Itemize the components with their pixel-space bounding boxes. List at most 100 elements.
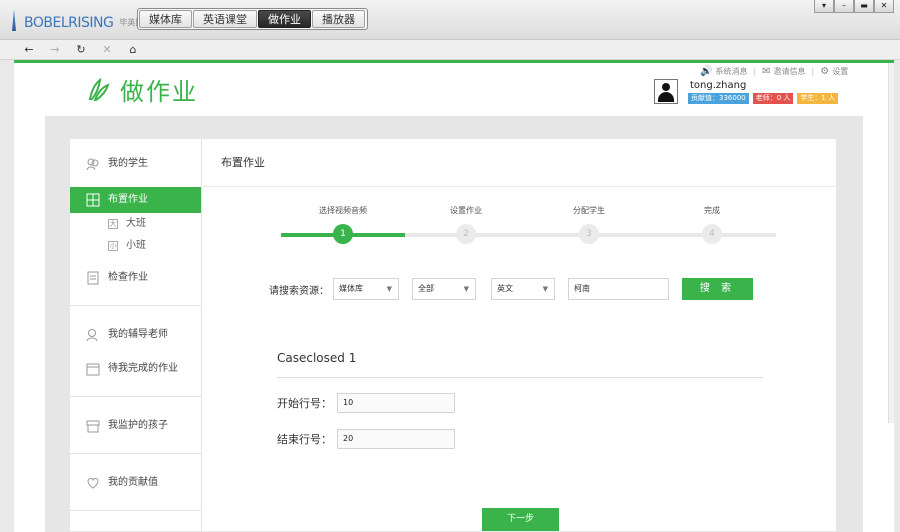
sidebar-item-check-homework[interactable]: 检查作业 — [70, 265, 201, 291]
content-card: 我的学生 布置作业 大 大班 小 小班 检查作业 我的辅导老师 待我完成的作业 … — [70, 139, 836, 531]
tab-media-library[interactable]: 媒体库 — [139, 10, 192, 28]
class-icon: 小 — [108, 241, 118, 251]
main-nav-tabs: 媒体库 英语课堂 做作业 播放器 — [137, 8, 368, 30]
calendar-icon — [86, 363, 100, 376]
step-2: 设置作业 2 — [421, 205, 511, 244]
tab-homework[interactable]: 做作业 — [258, 10, 311, 28]
language-select[interactable]: 英文 ▼ — [491, 278, 555, 300]
avatar[interactable] — [654, 79, 678, 104]
sidebar: 我的学生 布置作业 大 大班 小 小班 检查作业 我的辅导老师 待我完成的作业 … — [70, 139, 202, 531]
system-messages-link[interactable]: 系统消息 — [715, 66, 747, 77]
contribution-badge: 贡献值：336000 — [688, 93, 749, 104]
header-accent-line — [14, 60, 894, 63]
grid-icon — [86, 193, 100, 207]
stop-icon[interactable]: ✕ — [94, 43, 120, 56]
back-arrow-icon[interactable]: ← — [16, 43, 42, 56]
end-line-input[interactable]: 20 — [337, 429, 455, 449]
sidebar-subitem-small-class[interactable]: 小 小班 — [70, 235, 201, 257]
sidebar-item-label: 检查作业 — [108, 272, 148, 283]
sidebar-item-contribution[interactable]: 我的贡献值 — [70, 470, 201, 496]
maximize-icon[interactable]: ▬ — [854, 0, 874, 13]
logo-text: BOBELRISING — [24, 15, 114, 31]
vertical-scrollbar[interactable] — [888, 63, 894, 423]
page-title: 做作业 — [120, 78, 198, 106]
forward-arrow-icon[interactable]: → — [42, 43, 68, 56]
settings-link[interactable]: 设置 — [832, 66, 848, 77]
tab-player[interactable]: 播放器 — [312, 10, 365, 28]
shop-icon — [86, 420, 100, 433]
divider — [277, 377, 763, 378]
speaker-icon: 🔊 — [700, 66, 713, 77]
sidebar-group-contribution: 我的贡献值 — [70, 454, 201, 511]
library-select[interactable]: 媒体库 ▼ — [333, 278, 399, 300]
sidebar-item-label: 我监护的孩子 — [108, 420, 168, 431]
username: tong.zhang — [690, 80, 747, 91]
start-line-field: 开始行号： 10 — [277, 393, 455, 413]
sidebar-item-label: 待我完成的作业 — [108, 363, 178, 374]
invites-link[interactable]: 邀请信息 — [774, 66, 806, 77]
refresh-icon[interactable]: ↻ — [68, 43, 94, 56]
sidebar-subitem-big-class[interactable]: 大 大班 — [70, 213, 201, 235]
mail-icon: ✉ — [762, 66, 771, 77]
link-separator: | — [811, 67, 815, 76]
sidebar-item-label: 我的贡献值 — [108, 477, 158, 488]
class-icon: 大 — [108, 219, 118, 229]
next-step-button[interactable]: 下一步 — [482, 508, 559, 531]
step-number: 4 — [702, 224, 722, 244]
chevron-down-icon: ▼ — [542, 285, 548, 293]
sidebar-item-pending-homework[interactable]: 待我完成的作业 — [70, 356, 201, 382]
page-brand: 做作业 — [86, 72, 198, 107]
search-label: 请搜索资源： — [269, 285, 329, 297]
tutor-icon — [86, 329, 98, 342]
sidebar-item-my-tutors[interactable]: 我的辅导老师 — [70, 322, 201, 348]
library-select-value: 媒体库 — [339, 284, 363, 293]
resource-title: Caseclosed 1 — [277, 351, 357, 365]
step-number: 3 — [579, 224, 599, 244]
heart-icon — [87, 477, 99, 489]
step-4: 完成 4 — [667, 205, 757, 244]
header-links: 🔊 系统消息 | ✉ 邀请信息 | ⚙ 设置 — [700, 66, 848, 77]
end-line-label: 结束行号： — [277, 433, 332, 446]
start-line-input[interactable]: 10 — [337, 393, 455, 413]
step-label: 完成 — [704, 206, 720, 215]
title-bar: BOBELRISING 毕英团副 英格 媒体库 英语课堂 做作业 播放器 ▾ –… — [0, 0, 900, 40]
minimize-icon[interactable]: – — [834, 0, 854, 13]
sidebar-item-children[interactable]: 我监护的孩子 — [70, 413, 201, 439]
search-bar: 请搜索资源： 媒体库 ▼ 全部 ▼ 英文 ▼ 柯南 搜 索 — [269, 277, 753, 301]
keyword-input[interactable]: 柯南 — [568, 278, 669, 300]
chevron-down-icon: ▼ — [386, 285, 392, 293]
users-icon — [86, 158, 99, 171]
close-icon[interactable]: ✕ — [874, 0, 894, 13]
leaf-logo-icon — [86, 77, 112, 103]
tower-logo-icon — [8, 9, 20, 31]
sidebar-item-label: 大班 — [126, 218, 146, 229]
window-controls: ▾ – ▬ ✕ — [814, 0, 894, 13]
search-button[interactable]: 搜 索 — [682, 278, 753, 300]
step-label: 分配学生 — [573, 206, 605, 215]
document-icon — [87, 271, 99, 285]
step-number: 2 — [456, 224, 476, 244]
step-1: 选择视频音频 1 — [298, 205, 388, 244]
step-progress: 选择视频音频 1 设置作业 2 分配学生 3 完成 4 — [281, 205, 776, 255]
sidebar-item-label: 小班 — [126, 240, 146, 251]
sidebar-item-label: 我的学生 — [108, 158, 148, 169]
step-label: 选择视频音频 — [319, 206, 367, 215]
sidebar-group-students: 我的学生 布置作业 大 大班 小 小班 检查作业 — [70, 139, 201, 306]
main-panel: 布置作业 选择视频音频 1 设置作业 2 分配学生 3 完成 4 请搜索资源： — [203, 139, 836, 531]
category-select[interactable]: 全部 ▼ — [412, 278, 476, 300]
link-separator: | — [753, 67, 757, 76]
tab-english-class[interactable]: 英语课堂 — [193, 10, 257, 28]
step-label: 设置作业 — [450, 206, 482, 215]
sidebar-item-my-students[interactable]: 我的学生 — [70, 151, 201, 177]
browser-toolbar: ← → ↻ ✕ ⌂ — [0, 40, 900, 60]
chevron-down-icon: ▼ — [463, 285, 469, 293]
gear-icon: ⚙ — [820, 66, 830, 77]
sidebar-group-children: 我监护的孩子 — [70, 397, 201, 454]
teachers-badge: 老师：0 人 — [752, 93, 794, 104]
sidebar-item-assign-homework[interactable]: 布置作业 — [70, 187, 201, 213]
home-icon[interactable]: ⌂ — [120, 43, 146, 56]
language-select-value: 英文 — [497, 284, 513, 293]
sidebar-item-label: 布置作业 — [108, 194, 148, 205]
end-line-field: 结束行号： 20 — [277, 429, 455, 449]
dropdown-icon[interactable]: ▾ — [814, 0, 834, 13]
